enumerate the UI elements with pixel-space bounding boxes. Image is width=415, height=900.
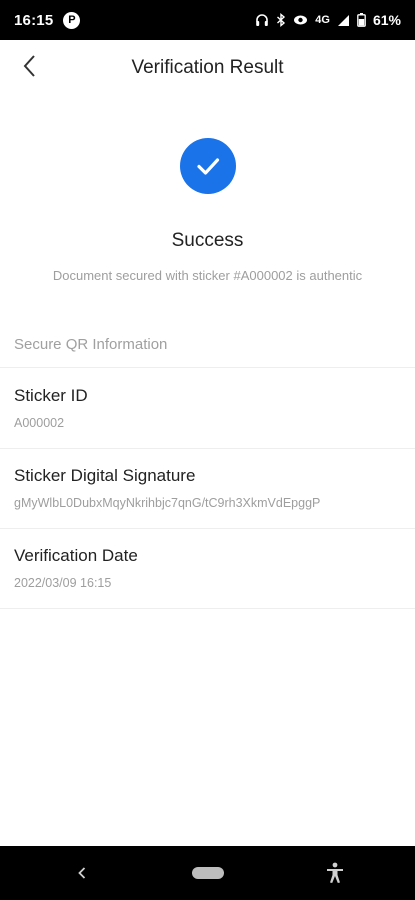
info-value: A000002: [14, 416, 65, 430]
status-bar: 16:15 P 4G 61%: [0, 0, 415, 40]
info-label: Sticker ID: [14, 386, 88, 405]
result-block: Success Document secured with sticker #A…: [0, 138, 415, 283]
info-value: 2022/03/09 16:15: [14, 576, 112, 590]
back-button[interactable]: [14, 52, 46, 84]
section-header: Secure QR Information: [0, 322, 415, 368]
info-label: Sticker Digital Signature: [14, 466, 196, 485]
nav-back-icon[interactable]: [70, 861, 94, 885]
battery-percent: 61%: [372, 12, 401, 28]
info-row-verification-date: Verification Date 2022/03/09 16:15: [0, 529, 415, 609]
app-notification-icon: P: [63, 11, 81, 29]
result-title: Success: [171, 230, 244, 251]
info-label: Verification Date: [14, 546, 138, 565]
info-value: gMyWlbL0DubxMqyNkrihbjc7qnG/tC9rh3XkmVdE…: [14, 496, 321, 510]
chevron-left-icon: [22, 54, 38, 83]
bluetooth-icon: [276, 13, 286, 27]
check-circle-icon: [179, 138, 236, 194]
battery-icon: [357, 13, 366, 27]
page-title: Verification Result: [131, 57, 284, 78]
accessibility-icon[interactable]: [322, 860, 348, 886]
headset-icon: [255, 13, 269, 27]
system-nav-bar: [0, 846, 415, 900]
network-label: 4G: [315, 14, 330, 26]
eye-icon: [293, 14, 308, 26]
info-row-sticker-id: Sticker ID A000002: [0, 369, 415, 449]
home-pill-icon[interactable]: [192, 867, 224, 879]
signal-icon: [337, 14, 350, 27]
status-right: 4G 61%: [255, 12, 401, 28]
status-left: 16:15 P: [14, 11, 81, 29]
info-list: Sticker ID A000002 Sticker Digital Signa…: [0, 369, 415, 609]
status-time: 16:15: [14, 11, 54, 29]
app-bar: Verification Result: [0, 40, 415, 96]
info-row-digital-signature: Sticker Digital Signature gMyWlbL0DubxMq…: [0, 449, 415, 529]
result-message: Document secured with sticker #A000002 i…: [52, 268, 363, 283]
